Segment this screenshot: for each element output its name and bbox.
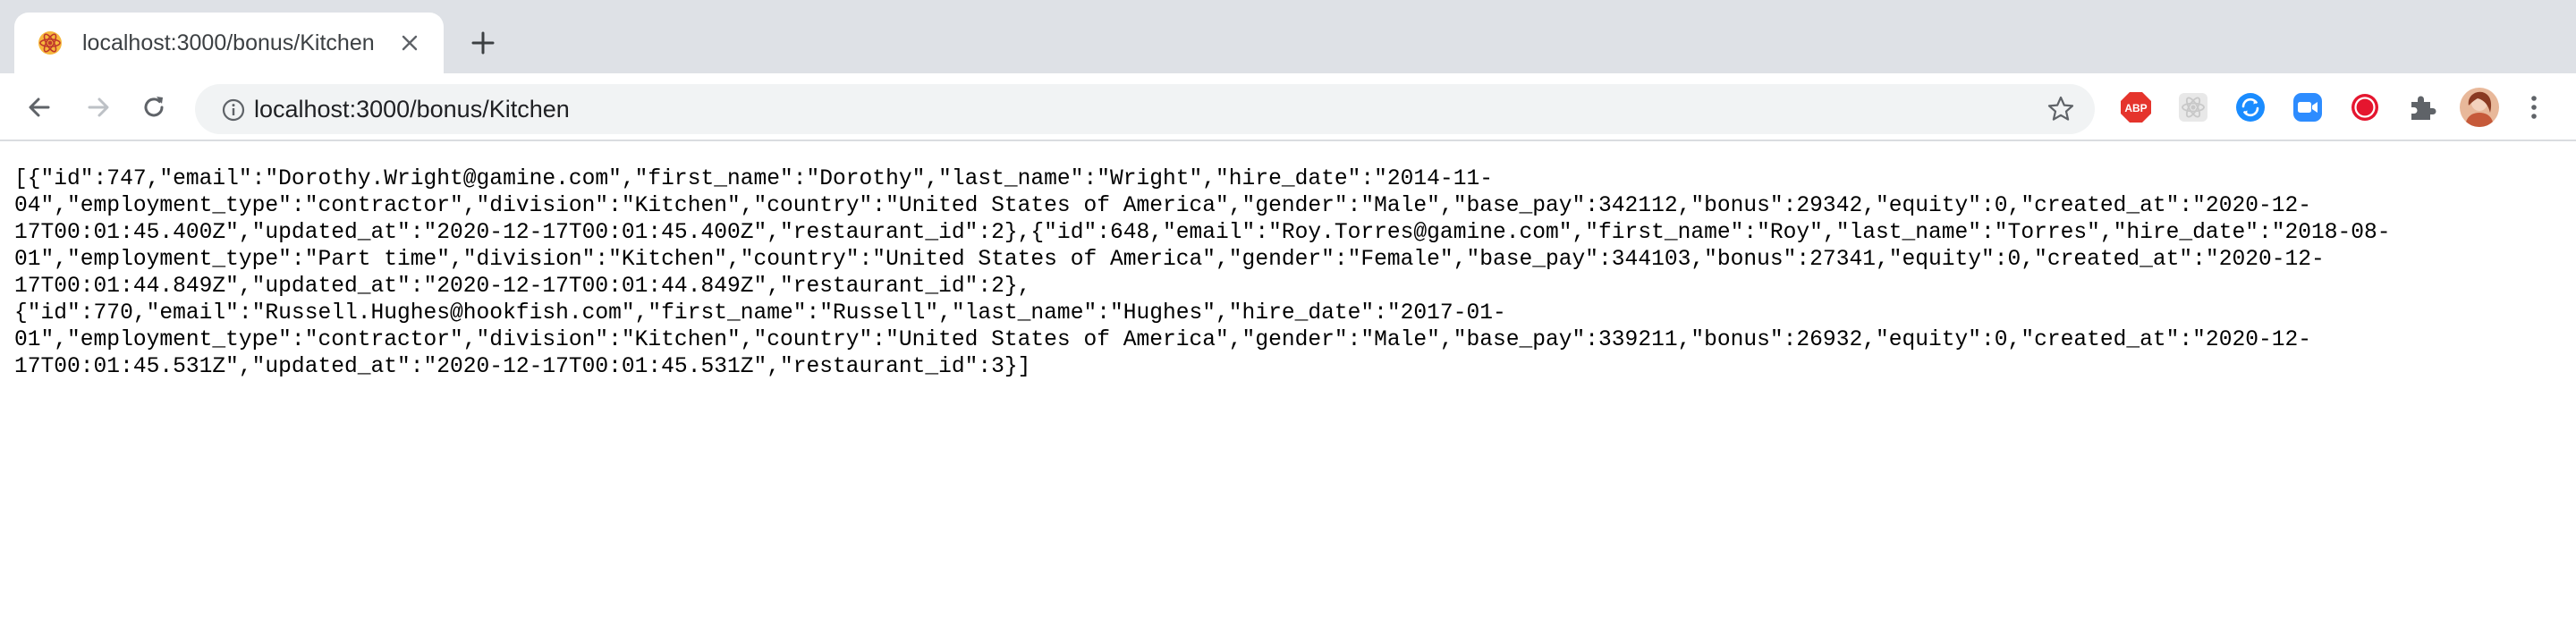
json-line: 17T00:01:45.400Z","updated_at":"2020-12-… [14, 221, 2391, 245]
json-line: 01","employment_type":"Part time","divis… [14, 248, 2325, 272]
json-response-body: [{"id":747,"email":"Dorothy.Wright@gamin… [14, 166, 2555, 381]
kebab-menu-icon[interactable] [2522, 91, 2546, 123]
react-atom-favicon-icon [38, 31, 62, 55]
tab-strip: localhost:3000/bonus/Kitchen [0, 0, 2576, 73]
json-line: 01","employment_type":"contractor","divi… [14, 328, 2312, 352]
sync-extension-icon[interactable] [2234, 91, 2267, 123]
plus-icon [471, 31, 495, 55]
star-icon[interactable] [2046, 95, 2075, 123]
adblock-plus-icon[interactable]: ABP [2120, 91, 2152, 123]
browser-toolbar: localhost:3000/bonus/Kitchen ABP [0, 73, 2576, 141]
json-line: 17T00:01:45.531Z","updated_at":"2020-12-… [14, 355, 1031, 379]
zoom-extension-icon[interactable] [2292, 91, 2324, 123]
react-devtools-icon[interactable] [2177, 91, 2209, 123]
json-line: 17T00:01:44.849Z","updated_at":"2020-12-… [14, 275, 1031, 299]
json-line: {"id":770,"email":"Russell.Hughes@hookfi… [14, 301, 1506, 326]
forward-arrow-icon [88, 97, 109, 117]
back-button[interactable] [21, 89, 57, 125]
reload-button[interactable] [136, 89, 172, 125]
info-icon[interactable] [222, 98, 245, 122]
adblock-label: ABP [2124, 102, 2147, 114]
url-text[interactable]: localhost:3000/bonus/Kitchen [254, 96, 570, 123]
record-extension-icon[interactable] [2349, 91, 2381, 123]
new-tab-button[interactable] [463, 23, 503, 63]
tab-title: localhost:3000/bonus/Kitchen [82, 30, 375, 55]
json-line: [{"id":747,"email":"Dorothy.Wright@gamin… [14, 167, 1493, 191]
back-arrow-icon [29, 97, 50, 117]
reload-icon [144, 97, 164, 117]
json-line: 04","employment_type":"contractor","divi… [14, 194, 2312, 218]
puzzle-extensions-icon[interactable] [2406, 91, 2438, 123]
profile-avatar[interactable] [2458, 86, 2501, 129]
tab-close-icon[interactable] [395, 29, 424, 57]
forward-button[interactable] [80, 89, 116, 125]
browser-tab[interactable]: localhost:3000/bonus/Kitchen [14, 13, 444, 73]
address-bar[interactable]: localhost:3000/bonus/Kitchen [195, 84, 2095, 134]
